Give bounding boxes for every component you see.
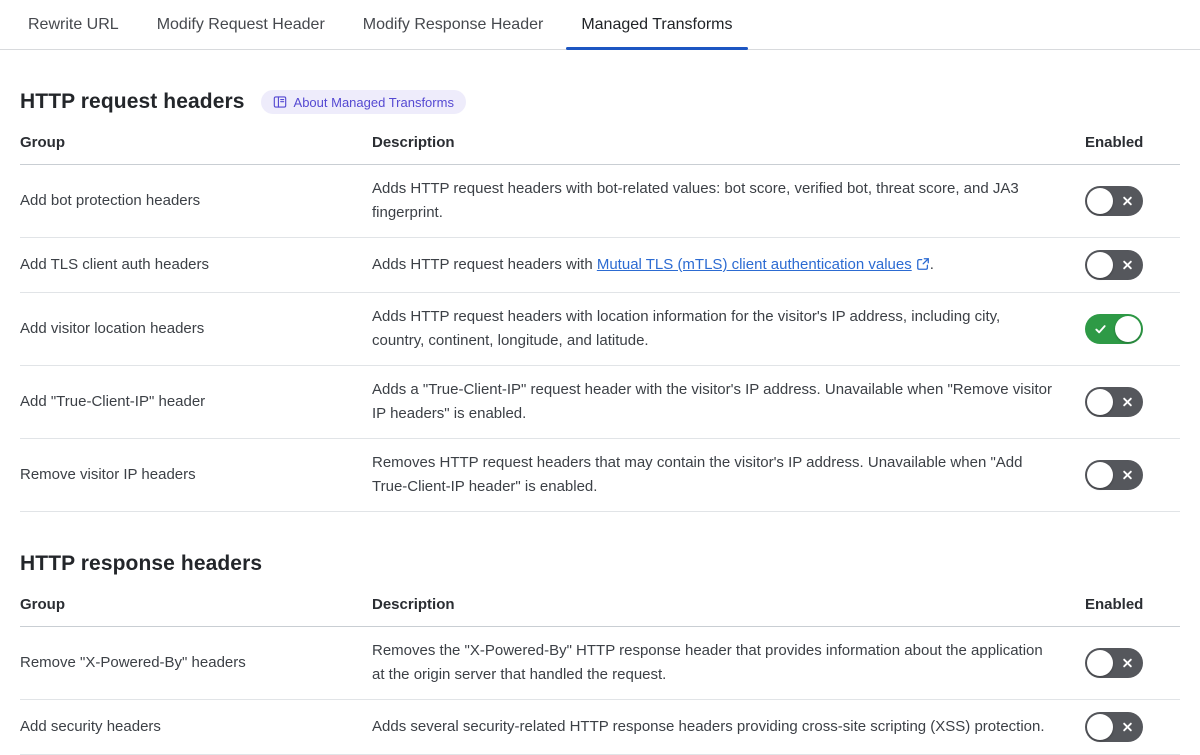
group-label: Remove "X-Powered-By" headers xyxy=(20,654,246,671)
toggle-knob xyxy=(1087,714,1113,740)
description-text: Adds several security-related HTTP respo… xyxy=(372,718,1045,735)
table-row: Remove "X-Powered-By" headers Removes the… xyxy=(20,627,1180,700)
x-icon xyxy=(1123,470,1132,480)
external-link-icon[interactable] xyxy=(912,256,930,273)
x-icon xyxy=(1123,260,1132,270)
request-headers-section: HTTP request headers About Managed Trans… xyxy=(0,90,1200,512)
group-label: Add "True-Client-IP" header xyxy=(20,393,206,410)
response-headers-table: Group Description Enabled Remove "X-Powe… xyxy=(20,576,1180,755)
tab-bar: Rewrite URL Modify Request Header Modify… xyxy=(0,0,1200,50)
toggle-knob xyxy=(1087,389,1113,415)
table-row: Add TLS client auth headers Adds HTTP req… xyxy=(20,238,1180,293)
section-title-request: HTTP request headers xyxy=(20,90,245,113)
table-row: Add visitor location headers Adds HTTP re… xyxy=(20,293,1180,366)
table-row: Remove visitor IP headers Removes HTTP re… xyxy=(20,439,1180,512)
tab-modify-response-header[interactable]: Modify Response Header xyxy=(348,0,559,49)
table-row: Add security headers Adds several securit… xyxy=(20,700,1180,755)
enabled-toggle[interactable] xyxy=(1085,186,1143,216)
group-label: Add security headers xyxy=(20,718,161,735)
description-text: Removes the "X-Powered-By" HTTP response… xyxy=(372,642,1043,683)
column-header-description: Description xyxy=(372,134,455,151)
description-text: Adds a "True-Client-IP" request header w… xyxy=(372,381,1052,422)
column-header-enabled: Enabled xyxy=(1085,596,1144,613)
about-managed-transforms-badge[interactable]: About Managed Transforms xyxy=(260,90,466,114)
enabled-toggle[interactable] xyxy=(1085,460,1143,490)
group-label: Add bot protection headers xyxy=(20,192,201,209)
section-title-response: HTTP response headers xyxy=(20,552,263,575)
column-header-description: Description xyxy=(372,596,455,613)
tab-managed-transforms[interactable]: Managed Transforms xyxy=(566,0,748,50)
group-label: Remove visitor IP headers xyxy=(20,466,196,483)
description-text: Removes HTTP request headers that may co… xyxy=(372,454,1023,495)
check-icon xyxy=(1095,325,1106,334)
toggle-knob xyxy=(1087,462,1113,488)
table-header-row: Group Description Enabled xyxy=(20,576,1180,627)
enabled-toggle[interactable] xyxy=(1085,250,1143,280)
x-icon xyxy=(1123,196,1132,206)
description-link[interactable]: Mutual TLS (mTLS) client authentication … xyxy=(597,256,912,273)
request-headers-table: Group Description Enabled Add bot protec… xyxy=(20,114,1180,512)
column-header-group: Group xyxy=(20,134,65,151)
badge-label: About Managed Transforms xyxy=(293,94,454,110)
tab-rewrite-url[interactable]: Rewrite URL xyxy=(13,0,134,49)
enabled-toggle[interactable] xyxy=(1085,648,1143,678)
group-label: Add visitor location headers xyxy=(20,320,205,337)
x-icon xyxy=(1123,722,1132,732)
x-icon xyxy=(1123,658,1132,668)
tab-modify-request-header[interactable]: Modify Request Header xyxy=(142,0,340,49)
description-text: Adds HTTP request headers with location … xyxy=(372,308,1001,349)
book-icon xyxy=(273,95,287,109)
toggle-knob xyxy=(1087,188,1113,214)
toggle-knob xyxy=(1115,316,1141,342)
column-header-group: Group xyxy=(20,596,65,613)
x-icon xyxy=(1123,397,1132,407)
enabled-toggle[interactable] xyxy=(1085,712,1143,742)
response-headers-section: HTTP response headers Group Description … xyxy=(0,552,1200,755)
description-text: Adds HTTP request headers with Mutual TL… xyxy=(372,256,934,273)
enabled-toggle[interactable] xyxy=(1085,314,1143,344)
enabled-toggle[interactable] xyxy=(1085,387,1143,417)
toggle-knob xyxy=(1087,650,1113,676)
table-row: Add "True-Client-IP" header Adds a "True-… xyxy=(20,366,1180,439)
column-header-enabled: Enabled xyxy=(1085,134,1144,151)
table-header-row: Group Description Enabled xyxy=(20,114,1180,165)
table-row: Add bot protection headers Adds HTTP requ… xyxy=(20,165,1180,238)
toggle-knob xyxy=(1087,252,1113,278)
description-text: Adds HTTP request headers with bot-relat… xyxy=(372,180,1019,221)
group-label: Add TLS client auth headers xyxy=(20,256,210,273)
